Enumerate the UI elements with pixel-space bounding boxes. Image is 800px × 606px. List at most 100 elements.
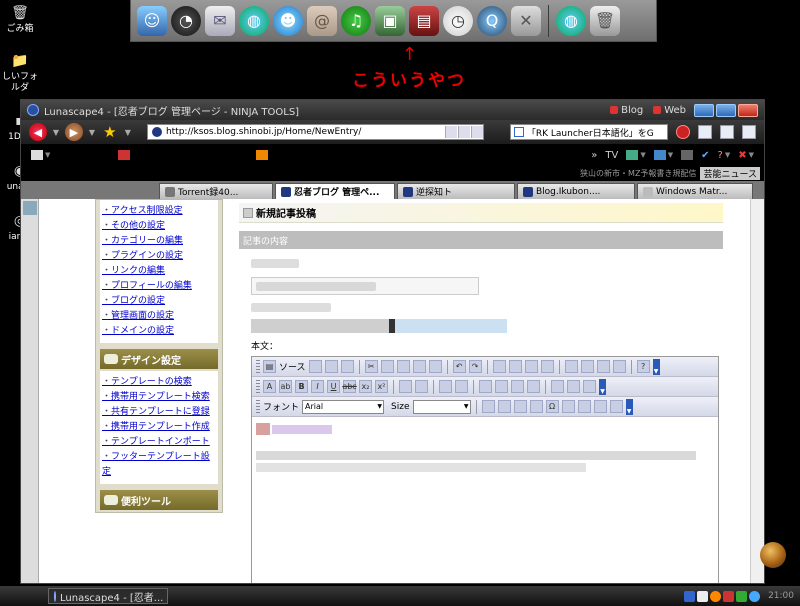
trash-desktop-icon[interactable]: 🗑 ごみ箱 (0, 4, 40, 35)
unordered-list-icon[interactable] (415, 380, 428, 393)
window-bookmark[interactable]: ▼ (653, 150, 673, 160)
tab-torrent[interactable]: Torrent録40... (159, 183, 273, 199)
sidebar-link[interactable]: テンプレートの検索 (102, 375, 216, 390)
vertical-scrollbar[interactable] (750, 199, 764, 583)
address-input[interactable]: http://ksos.blog.shinobi.jp/Home/NewEntr… (166, 127, 444, 137)
back-button[interactable]: ◀ (29, 123, 47, 141)
indent-icon[interactable] (455, 380, 468, 393)
rss-icon[interactable] (470, 126, 483, 138)
emoji-icon[interactable] (561, 400, 575, 413)
source-icon[interactable]: ▤ (263, 360, 276, 373)
align-left-icon[interactable] (479, 380, 492, 393)
underline-icon[interactable]: U (327, 380, 340, 393)
minimize-button[interactable] (694, 103, 714, 117)
tab-ninja-blog[interactable]: 忍者ブログ 管理ペ... (275, 183, 395, 199)
folder-desktop-icon[interactable]: 📁 しいフォルダ (0, 52, 40, 94)
search-box[interactable]: 「RK Launcher日本語化」をG (509, 124, 669, 140)
redo-icon[interactable]: ↷ (468, 360, 482, 373)
back-dropdown-icon[interactable]: ▼ (53, 128, 59, 137)
dock-orb-icon[interactable] (760, 542, 786, 568)
dashboard-icon[interactable]: ◔ (171, 5, 201, 36)
folder-bookmark[interactable]: ▼ (31, 150, 50, 160)
sidebar-link[interactable]: 管理画面の設定 (102, 309, 216, 324)
update-icon[interactable] (710, 590, 722, 602)
taskbar-lunascape-button[interactable]: Lunascape4 - [忍者... (48, 588, 168, 604)
hr-icon[interactable] (529, 400, 543, 413)
font-select[interactable]: Arial (302, 399, 385, 414)
sidebar-link[interactable]: 携帯用テンプレート検索 (102, 390, 216, 405)
paste-text-icon[interactable] (412, 360, 426, 373)
toolbar-collapse-icon[interactable]: ▼ (652, 358, 660, 375)
window-alt-icon[interactable] (742, 125, 756, 139)
web-link[interactable]: Web (653, 105, 686, 116)
title-field[interactable] (251, 277, 479, 295)
quicktime-icon[interactable]: Q (477, 5, 507, 36)
outdent-icon[interactable] (439, 380, 452, 393)
sidebar-link[interactable]: 共有テンプレートに登録 (102, 405, 216, 420)
orange-bookmark[interactable] (256, 150, 269, 160)
image-icon[interactable] (481, 400, 495, 413)
sidebar-link[interactable]: カテゴリーの編集 (102, 234, 216, 249)
imovie-icon[interactable]: ▤ (409, 5, 439, 36)
sidebar-link[interactable]: その他の設定 (102, 219, 216, 234)
sidebar-link[interactable]: テンプレートインポート (102, 435, 216, 450)
unlink-icon[interactable] (567, 380, 580, 393)
align-right-icon[interactable] (511, 380, 524, 393)
clock[interactable]: 21:00 (768, 591, 794, 601)
remove-format-icon[interactable] (540, 360, 554, 373)
flash-icon[interactable] (497, 400, 511, 413)
table-icon[interactable] (564, 360, 578, 373)
forward-button[interactable]: ▶ (64, 123, 83, 141)
go-icon[interactable] (457, 126, 470, 138)
align-justify-icon[interactable] (527, 380, 540, 393)
sidebar-link[interactable]: 携帯用テンプレート作成 (102, 420, 216, 435)
save-icon[interactable] (324, 360, 338, 373)
check-bookmark[interactable]: ✔ (701, 150, 709, 161)
volume-icon[interactable] (697, 590, 709, 602)
preview-icon[interactable] (308, 360, 322, 373)
paste-icon[interactable] (396, 360, 410, 373)
help-bookmark[interactable]: ? ▼ (718, 150, 731, 161)
size-select[interactable] (412, 399, 471, 414)
window-icon[interactable] (720, 125, 735, 139)
messenger-icon[interactable] (749, 590, 761, 602)
mail-icon[interactable]: ✉ (205, 5, 235, 36)
sidebar-link[interactable]: ドメインの設定 (102, 324, 216, 339)
anchor-icon[interactable] (583, 380, 596, 393)
browser-icon[interactable]: ◍ (239, 5, 269, 36)
superscript-icon[interactable]: x² (375, 380, 388, 393)
ordered-list-icon[interactable] (399, 380, 412, 393)
italic-icon[interactable]: I (311, 380, 324, 393)
tab-windows-matrix[interactable]: Windows Matr... (637, 183, 753, 199)
maximize-button[interactable] (716, 103, 736, 117)
select-all-icon[interactable] (524, 360, 538, 373)
plugin-icon[interactable] (609, 400, 623, 413)
replace-icon[interactable] (508, 360, 522, 373)
favorites-dropdown-icon[interactable]: ▼ (125, 128, 131, 137)
sidebar-link[interactable]: フッターテンプレート設定 (102, 450, 216, 480)
text-color-icon[interactable]: A (263, 380, 276, 393)
toolbar-collapse-icon[interactable]: ▼ (625, 398, 633, 415)
smiley-icon[interactable] (596, 360, 610, 373)
align-center-icon[interactable] (495, 380, 508, 393)
forward-dropdown-icon[interactable]: ▼ (89, 128, 95, 137)
tv-bookmark[interactable]: TV (605, 150, 618, 161)
special-char-icon[interactable] (612, 360, 626, 373)
template-icon[interactable] (340, 360, 354, 373)
link-icon[interactable] (551, 380, 564, 393)
finder-icon[interactable]: ☺ (137, 5, 167, 36)
sidebar-link[interactable]: ブログの設定 (102, 294, 216, 309)
clock-icon[interactable]: ◷ (443, 5, 473, 36)
blog-link[interactable]: Blog (610, 105, 643, 116)
tab-blog-ikubon[interactable]: Blog.Ikubon.... (517, 183, 635, 199)
search-engine-icon[interactable] (513, 127, 524, 137)
network-icon[interactable] (684, 590, 696, 602)
trash-icon[interactable]: 🗑 (590, 5, 620, 36)
address-dropdown-icon[interactable] (444, 126, 457, 138)
editor-body[interactable] (252, 417, 718, 583)
office-icon[interactable] (723, 590, 735, 602)
browser-icon[interactable]: ◍ (556, 5, 586, 36)
search-input[interactable]: 「RK Launcher日本語化」をG (527, 126, 668, 139)
address-book-icon[interactable]: @ (307, 5, 337, 36)
undo-icon[interactable]: ↶ (452, 360, 466, 373)
